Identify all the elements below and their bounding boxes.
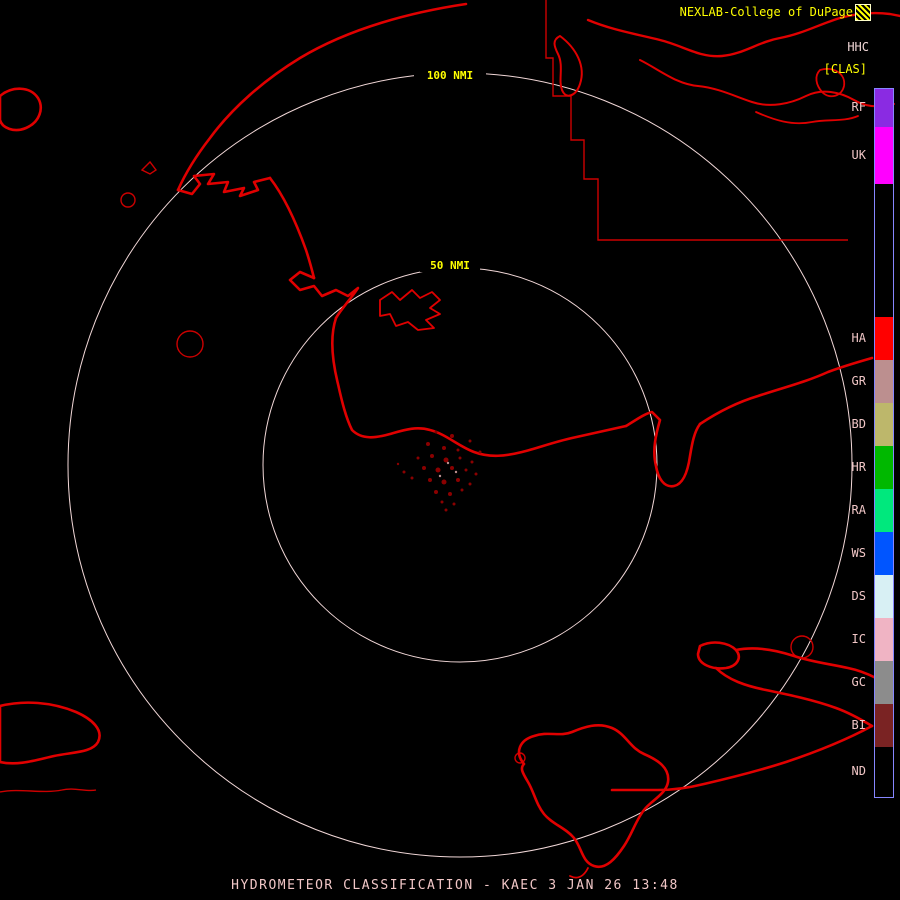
legend-segment-hr bbox=[875, 446, 893, 489]
range-ring-100nmi bbox=[67, 72, 853, 858]
legend-bar bbox=[874, 88, 894, 798]
legend-label-gr: GR bbox=[851, 373, 866, 388]
legend-segment-ds bbox=[875, 575, 893, 618]
legend-segment-ic bbox=[875, 618, 893, 661]
radar-echoes bbox=[396, 430, 482, 512]
legend-label-ha: HA bbox=[851, 330, 866, 345]
legend-segment-ha bbox=[875, 317, 893, 360]
legend-segment-bi bbox=[875, 704, 893, 747]
legend-segment-bd bbox=[875, 403, 893, 446]
ring-label-100nmi-text: 100 NMI bbox=[427, 69, 473, 82]
legend-label-bi: BI bbox=[851, 717, 866, 732]
legend-segment-uk bbox=[875, 127, 893, 184]
legend-segment-gap bbox=[875, 184, 893, 317]
legend-segment-ra bbox=[875, 489, 893, 532]
legend-label-ws: WS bbox=[851, 545, 866, 560]
legend-label-gc: GC bbox=[851, 674, 866, 689]
legend-segment-nd bbox=[875, 747, 893, 797]
legend-segment-ws bbox=[875, 532, 893, 575]
legend-label-bd: BD bbox=[851, 416, 866, 431]
ring-label-100nmi: 100 NMI bbox=[414, 67, 486, 82]
legend-segment-gc bbox=[875, 661, 893, 704]
legend-label-hr: HR bbox=[851, 459, 866, 474]
legend-labels: RF UK HA GR BD HR RA WS DS IC GC BI ND bbox=[826, 0, 866, 900]
range-ring-50nmi bbox=[262, 267, 658, 663]
legend-label-ic: IC bbox=[851, 631, 866, 646]
ring-label-50nmi: 50 NMI bbox=[420, 257, 480, 272]
coastline-paths bbox=[0, 2, 900, 879]
legend-label-rf: RF bbox=[851, 100, 866, 114]
legend-segment-rf bbox=[875, 89, 893, 127]
product-title: HYDROMETEOR CLASSIFICATION - KAEC 3 JAN … bbox=[231, 878, 679, 893]
legend-segment-gr bbox=[875, 360, 893, 403]
legend-label-ds: DS bbox=[851, 588, 866, 603]
radar-map-canvas: 100 NMI 50 NMI bbox=[0, 0, 900, 879]
legend-label-nd: ND bbox=[851, 764, 866, 778]
legend-label-uk: UK bbox=[851, 147, 866, 162]
ring-label-50nmi-text: 50 NMI bbox=[430, 259, 470, 272]
legend-label-ra: RA bbox=[851, 502, 866, 517]
